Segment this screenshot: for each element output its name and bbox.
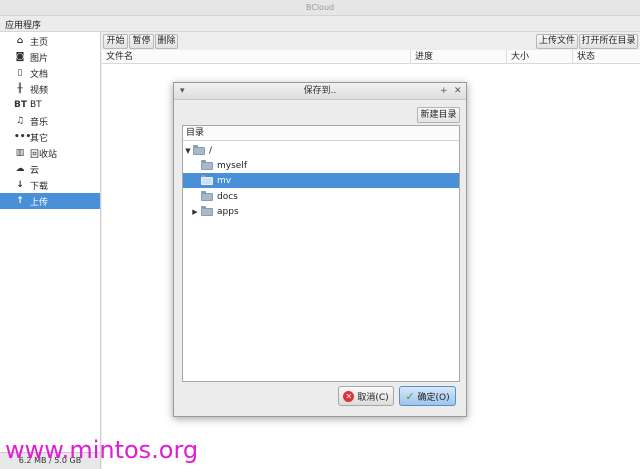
sidebar-item-upload[interactable]: ↑ 上传 [0, 193, 100, 209]
tree-row-apps[interactable]: ▶ apps [183, 204, 459, 219]
sidebar-item-other[interactable]: ••• 其它 [0, 129, 100, 145]
tree-row-label: myself [217, 160, 247, 171]
tree-row-label: / [209, 145, 213, 156]
folder-icon [201, 205, 213, 216]
sidebar-item-download[interactable]: ↓ 下载 [0, 177, 100, 193]
dialog-menu-icon[interactable]: ▾ [180, 83, 185, 100]
music-icon: ♫ [15, 116, 25, 126]
tree-row-myself[interactable]: myself [183, 158, 459, 173]
download-icon: ↓ [16, 180, 24, 190]
sidebar-item-home[interactable]: ⌂ 主页 [0, 33, 100, 49]
sidebar-item-label: BT [30, 100, 42, 110]
ok-button[interactable]: ✓ 确定(O) [399, 386, 456, 406]
app-menu[interactable]: 应用程序 [5, 18, 41, 31]
bt-icon: BT [14, 100, 27, 110]
watermark: www.mintos.org [5, 436, 199, 464]
folder-icon [201, 159, 213, 170]
pause-button[interactable]: 暂停 [129, 34, 154, 49]
tree-row-root[interactable]: ▼ / [183, 143, 459, 158]
delete-button[interactable]: 删除 [155, 34, 178, 49]
toolbar: 开始 暂停 删除 上传文件 打开所在目录 [102, 32, 640, 50]
camera-icon: ◙ [15, 52, 25, 62]
sidebar: ⌂ 主页 ◙ 图片 ▯ 文档 ╫ 视频 BT BT ♫ 音乐 ••• 其它 ▥ 回收站 ☁ 云 ↓… [0, 32, 101, 469]
more-icon: ••• [14, 132, 32, 142]
checkmark-icon: ✓ [405, 389, 415, 403]
col-filename[interactable]: 文件名 [102, 50, 410, 64]
trash-icon: ▥ [15, 148, 25, 158]
ok-label: 确定(O) [417, 392, 450, 403]
sidebar-item-video[interactable]: ╫ 视频 [0, 81, 100, 97]
column-header: 文件名 进度 大小 状态 [102, 50, 640, 64]
tree-row-label: docs [217, 191, 238, 202]
sidebar-item-label: 视频 [30, 85, 49, 96]
sidebar-item-documents[interactable]: ▯ 文档 [0, 65, 100, 81]
sidebar-item-label: 文档 [30, 69, 49, 80]
cancel-button[interactable]: ✕ 取消(C) [338, 386, 394, 406]
tree-row-mv[interactable]: mv [183, 173, 459, 188]
sidebar-item-music[interactable]: ♫ 音乐 [0, 113, 100, 129]
window-title: BCloud [0, 0, 640, 16]
cancel-label: 取消(C) [357, 392, 389, 403]
sidebar-item-label: 云 [30, 165, 40, 176]
upload-icon: ↑ [16, 196, 24, 206]
new-directory-button[interactable]: 新建目录 [417, 107, 460, 123]
directory-tree: 目录 ▼ / myself mv docs ▶ apps [182, 125, 460, 382]
folder-icon [193, 144, 205, 155]
menubar: 应用程序 [0, 16, 640, 32]
sidebar-item-label: 回收站 [30, 149, 58, 160]
dialog-maximize-icon[interactable]: + [440, 83, 448, 100]
sidebar-item-label: 其它 [30, 133, 49, 144]
start-button[interactable]: 开始 [103, 34, 128, 49]
upload-file-button[interactable]: 上传文件 [536, 34, 578, 49]
sidebar-item-cloud[interactable]: ☁ 云 [0, 161, 100, 177]
tree-header: 目录 [183, 126, 459, 141]
sidebar-item-label: 图片 [30, 53, 49, 64]
cancel-icon: ✕ [343, 390, 355, 402]
tree-row-docs[interactable]: docs [183, 189, 459, 204]
sidebar-item-trash[interactable]: ▥ 回收站 [0, 145, 100, 161]
sidebar-item-pictures[interactable]: ◙ 图片 [0, 49, 100, 65]
col-progress[interactable]: 进度 [410, 50, 506, 64]
col-status[interactable]: 状态 [572, 50, 640, 64]
open-dir-button[interactable]: 打开所在目录 [579, 34, 638, 49]
document-icon: ▯ [17, 68, 23, 78]
folder-icon [201, 174, 213, 185]
sidebar-item-label: 上传 [30, 197, 49, 208]
film-icon: ╫ [17, 84, 23, 94]
tree-row-label: apps [217, 206, 239, 217]
sidebar-item-label: 主页 [30, 37, 49, 48]
sidebar-item-label: 下载 [30, 181, 49, 192]
cloud-icon: ☁ [15, 164, 25, 174]
dialog-close-icon[interactable]: ✕ [454, 83, 462, 100]
tree-row-label: mv [217, 175, 232, 186]
folder-icon [201, 190, 213, 201]
home-icon: ⌂ [16, 36, 24, 46]
sidebar-item-bt[interactable]: BT BT [0, 97, 100, 113]
collapsed-arrow-icon[interactable]: ▶ [191, 208, 199, 216]
save-to-dialog: 保存到.. ▾ + ✕ 新建目录 目录 ▼ / myself mv docs ▶ [173, 82, 467, 417]
dialog-title: 保存到.. [174, 83, 466, 100]
col-size[interactable]: 大小 [506, 50, 572, 64]
expanded-arrow-icon[interactable]: ▼ [184, 147, 192, 155]
sidebar-item-label: 音乐 [30, 117, 49, 128]
